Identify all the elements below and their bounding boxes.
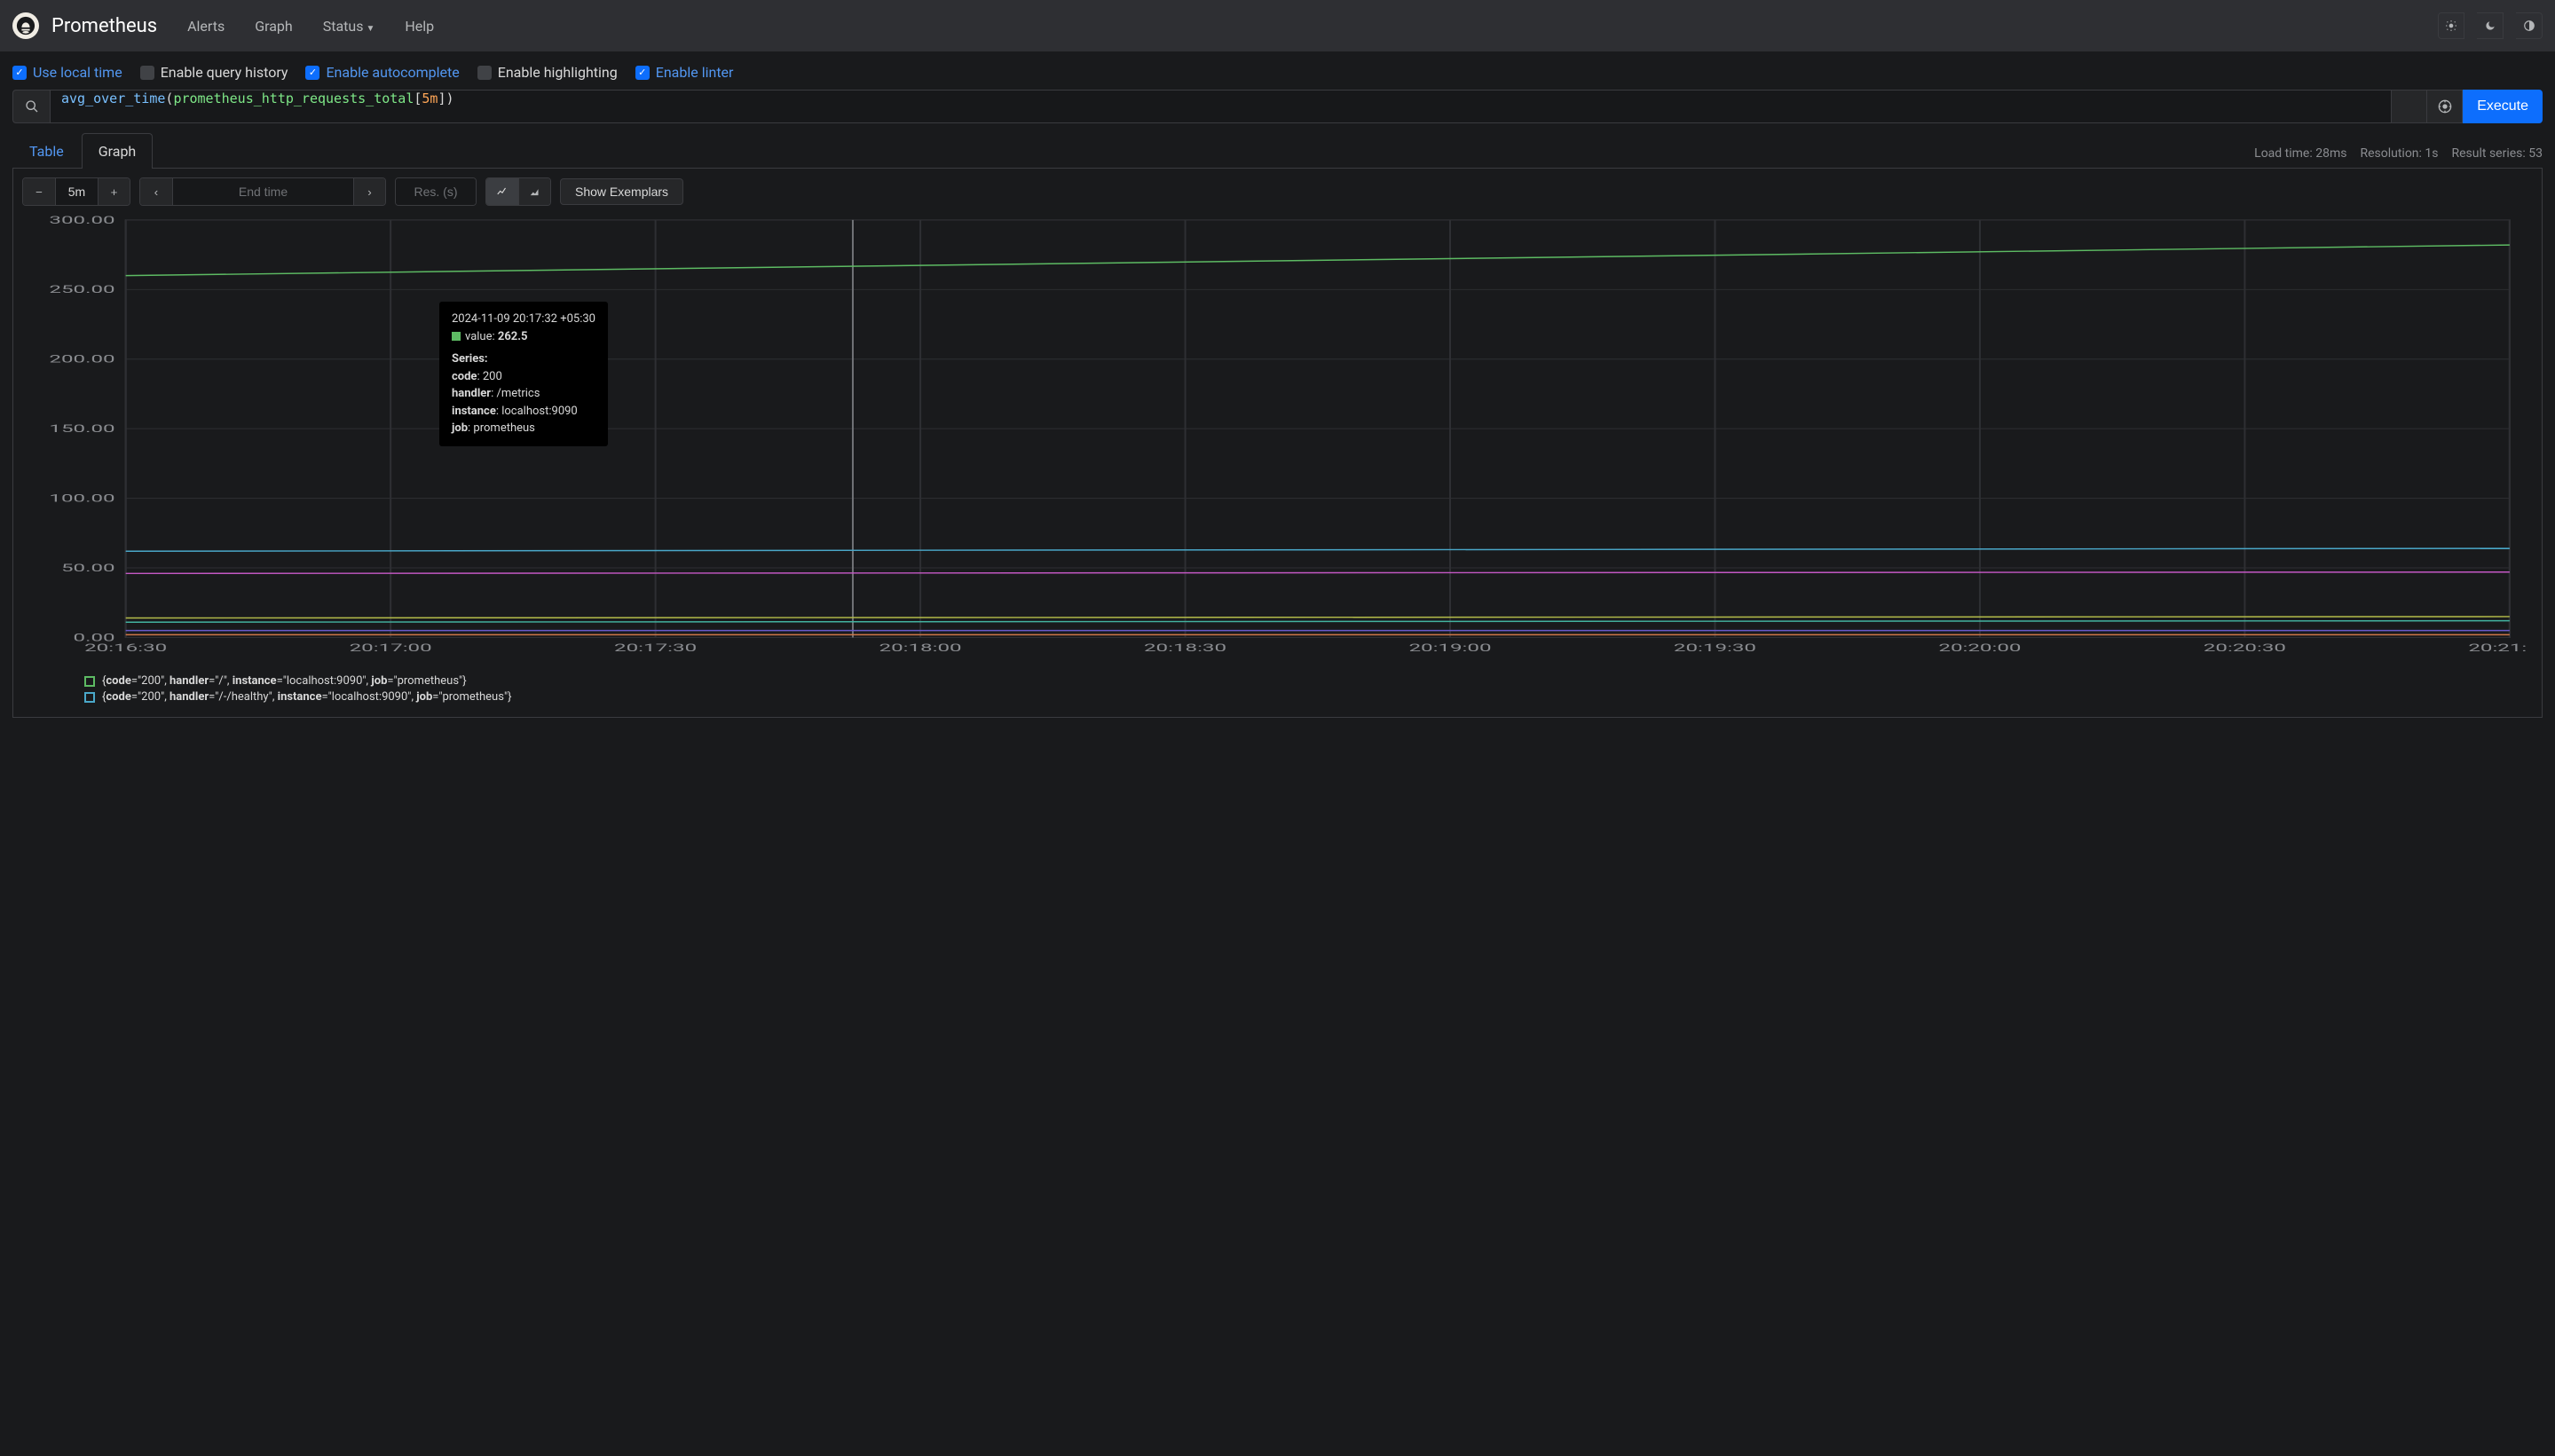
tooltip-timestamp: 2024-11-09 20:17:32 +05:30 (452, 311, 595, 328)
svg-text:100.00: 100.00 (49, 492, 114, 504)
svg-text:20:20:30: 20:20:30 (2204, 641, 2286, 654)
option-highlighting[interactable]: Enable highlighting (477, 64, 618, 81)
range-stepper: − + (22, 177, 130, 206)
theme-dark-icon[interactable] (2477, 12, 2504, 39)
tooltip-series-header: Series: (452, 350, 595, 368)
legend-item[interactable]: {code="200", handler="/-/healthy", insta… (84, 690, 2542, 704)
svg-text:150.00: 150.00 (49, 422, 114, 435)
meta-load-time: Load time: 28ms (2254, 146, 2346, 168)
show-exemplars-button[interactable]: Show Exemplars (560, 178, 683, 205)
expression-help-button[interactable] (2427, 90, 2463, 123)
checkbox-icon: ✓ (12, 66, 27, 80)
svg-text:50.00: 50.00 (61, 562, 115, 574)
svg-text:250.00: 250.00 (49, 283, 114, 295)
svg-text:20:18:30: 20:18:30 (1144, 641, 1226, 654)
checkbox-icon: ✓ (305, 66, 319, 80)
checkbox-icon (477, 66, 492, 80)
chart-mode-group (485, 177, 551, 206)
chevron-down-icon: ▼ (366, 24, 375, 34)
svg-text:20:19:00: 20:19:00 (1408, 641, 1491, 654)
legend-label: {code="200", handler="/-/healthy", insta… (102, 690, 512, 704)
view-tabs: Table Graph Load time: 28ms Resolution: … (12, 132, 2543, 169)
resolution-input[interactable] (396, 178, 476, 205)
expression-input[interactable]: avg_over_time(prometheus_http_requests_t… (50, 90, 2392, 123)
checkbox-icon (140, 66, 154, 80)
range-input[interactable] (55, 178, 98, 205)
meta-series: Result series: 53 (2452, 146, 2543, 168)
option-local-time[interactable]: ✓ Use local time (12, 64, 122, 81)
legend-label: {code="200", handler="/", instance="loca… (102, 674, 467, 688)
legend: {code="200", handler="/", instance="loca… (13, 667, 2542, 717)
execute-button[interactable]: Execute (2463, 90, 2543, 123)
svg-text:300.00: 300.00 (49, 215, 114, 226)
svg-text:20:17:30: 20:17:30 (614, 641, 697, 654)
svg-text:20:17:00: 20:17:00 (350, 641, 432, 654)
prometheus-logo (12, 12, 39, 39)
resolution-group (395, 177, 477, 206)
time-prev-button[interactable]: ‹ (140, 178, 172, 205)
legend-swatch (84, 692, 95, 703)
tab-graph[interactable]: Graph (82, 133, 154, 169)
option-linter[interactable]: ✓ Enable linter (635, 64, 734, 81)
nav-graph[interactable]: Graph (246, 11, 302, 42)
range-increase-button[interactable]: + (98, 178, 130, 205)
stacked-chart-mode-button[interactable] (518, 178, 550, 205)
meta-resolution: Resolution: 1s (2360, 146, 2438, 168)
format-expression-button[interactable] (2392, 90, 2427, 123)
end-time-input[interactable] (172, 178, 353, 205)
nav-help[interactable]: Help (396, 11, 443, 42)
line-chart-mode-button[interactable] (486, 178, 518, 205)
svg-text:20:18:00: 20:18:00 (879, 641, 962, 654)
nav-status[interactable]: Status▼ (314, 11, 384, 42)
svg-text:20:20:00: 20:20:00 (1938, 641, 2021, 654)
tab-table[interactable]: Table (12, 133, 81, 169)
option-autocomplete[interactable]: ✓ Enable autocomplete (305, 64, 459, 81)
svg-text:20:21:00: 20:21:00 (2468, 641, 2527, 654)
option-query-history[interactable]: Enable query history (140, 64, 288, 81)
time-next-button[interactable]: › (353, 178, 385, 205)
legend-item[interactable]: {code="200", handler="/", instance="loca… (84, 674, 2542, 688)
theme-light-icon[interactable] (2438, 12, 2464, 39)
range-decrease-button[interactable]: − (23, 178, 55, 205)
svg-text:20:16:30: 20:16:30 (84, 641, 167, 654)
time-stepper: ‹ › (139, 177, 386, 206)
svg-text:200.00: 200.00 (49, 353, 114, 366)
query-bar: avg_over_time(prometheus_http_requests_t… (12, 90, 2543, 123)
query-options: ✓ Use local time Enable query history ✓ … (12, 64, 2543, 81)
chart-tooltip: 2024-11-09 20:17:32 +05:30 value: 262.5 … (439, 302, 608, 446)
graph-toolbar: − + ‹ › Show Exemplars (13, 169, 2542, 215)
graph-panel: − + ‹ › Show Exemplars (12, 169, 2543, 718)
chart[interactable]: 0.0050.00100.00150.00200.00250.00300.002… (13, 215, 2542, 667)
theme-contrast-icon[interactable] (2516, 12, 2543, 39)
metrics-explorer-button[interactable] (12, 90, 50, 123)
navbar: Prometheus Alerts Graph Status▼ Help (0, 0, 2555, 51)
brand-title: Prometheus (51, 15, 157, 37)
tooltip-swatch (452, 332, 461, 341)
checkbox-icon: ✓ (635, 66, 650, 80)
svg-text:20:19:30: 20:19:30 (1674, 641, 1756, 654)
legend-swatch (84, 676, 95, 687)
nav-alerts[interactable]: Alerts (178, 11, 233, 42)
